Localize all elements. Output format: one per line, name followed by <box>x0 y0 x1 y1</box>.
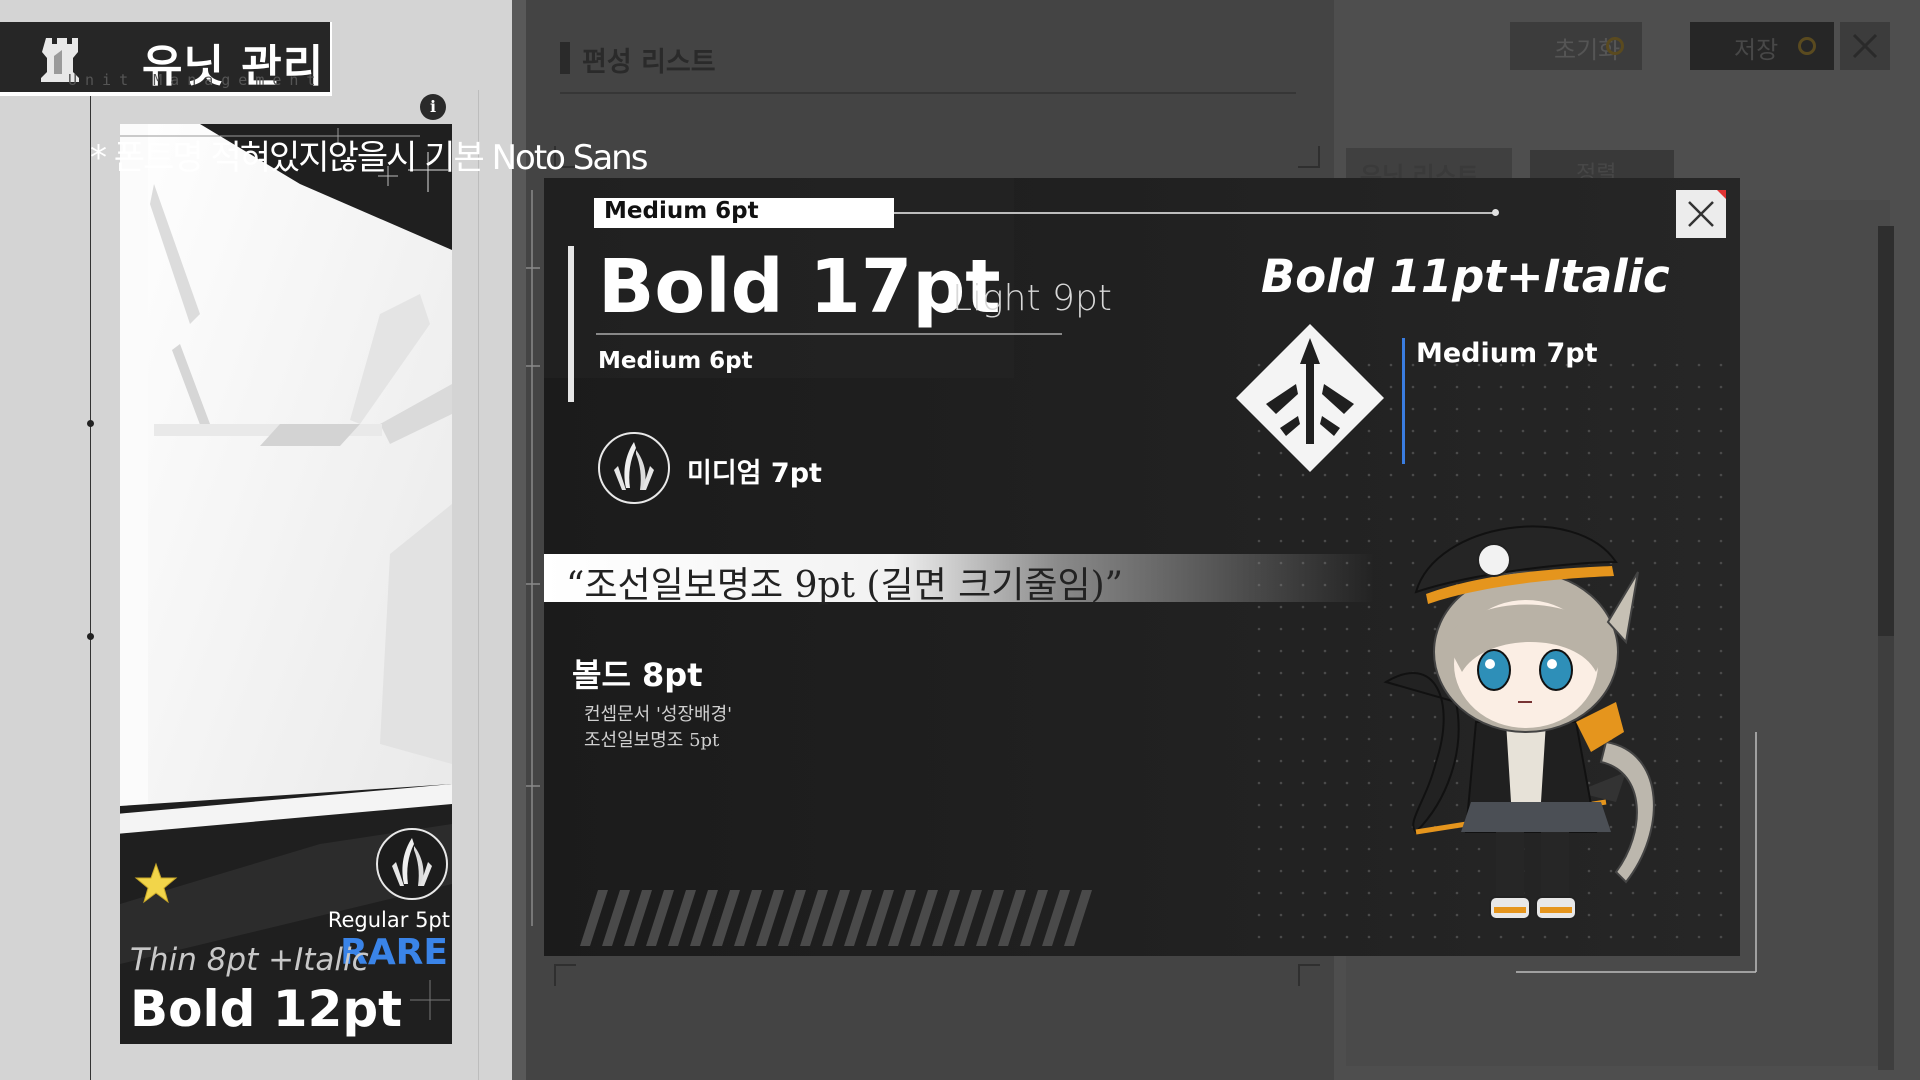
class-accent-line <box>1402 338 1405 464</box>
arrow-diamond-class-icon <box>1236 324 1384 472</box>
unit-subtitle: Medium 6pt <box>598 348 753 374</box>
profile-text-line: 조선일보명조 5pt <box>584 730 720 751</box>
dialog-close-button[interactable] <box>1676 190 1726 238</box>
title-underline <box>596 333 1062 335</box>
class-heading: Bold 11pt+Italic <box>1261 250 1670 303</box>
unit-name: Bold 17pt <box>598 244 1001 330</box>
hatch-decoration <box>580 890 1092 946</box>
affiliation-label: 미디엄 7pt <box>687 458 822 489</box>
unit-detail-dialog: Medium 6pt Bold 17pt Light 9pt Medium 6p… <box>544 178 1740 956</box>
class-label: Medium 7pt <box>1416 338 1598 369</box>
unit-name-suffix: Light 9pt <box>952 278 1112 319</box>
close-button-accent <box>1717 190 1726 199</box>
profile-section-title: 볼드 8pt <box>572 656 703 694</box>
close-icon <box>1688 201 1714 227</box>
profile-text-line: 컨셉문서 '성장배경' <box>584 704 733 725</box>
title-accent-bar <box>568 246 574 402</box>
unit-quote: “조선일보명조 9pt (길면 크기줄임)” <box>566 565 1124 606</box>
divider-dot <box>1492 209 1499 216</box>
dialog-top-label: Medium 6pt <box>604 198 759 224</box>
feather-emblem-icon <box>598 432 670 504</box>
character-portrait <box>1383 525 1655 920</box>
divider <box>894 212 1494 214</box>
